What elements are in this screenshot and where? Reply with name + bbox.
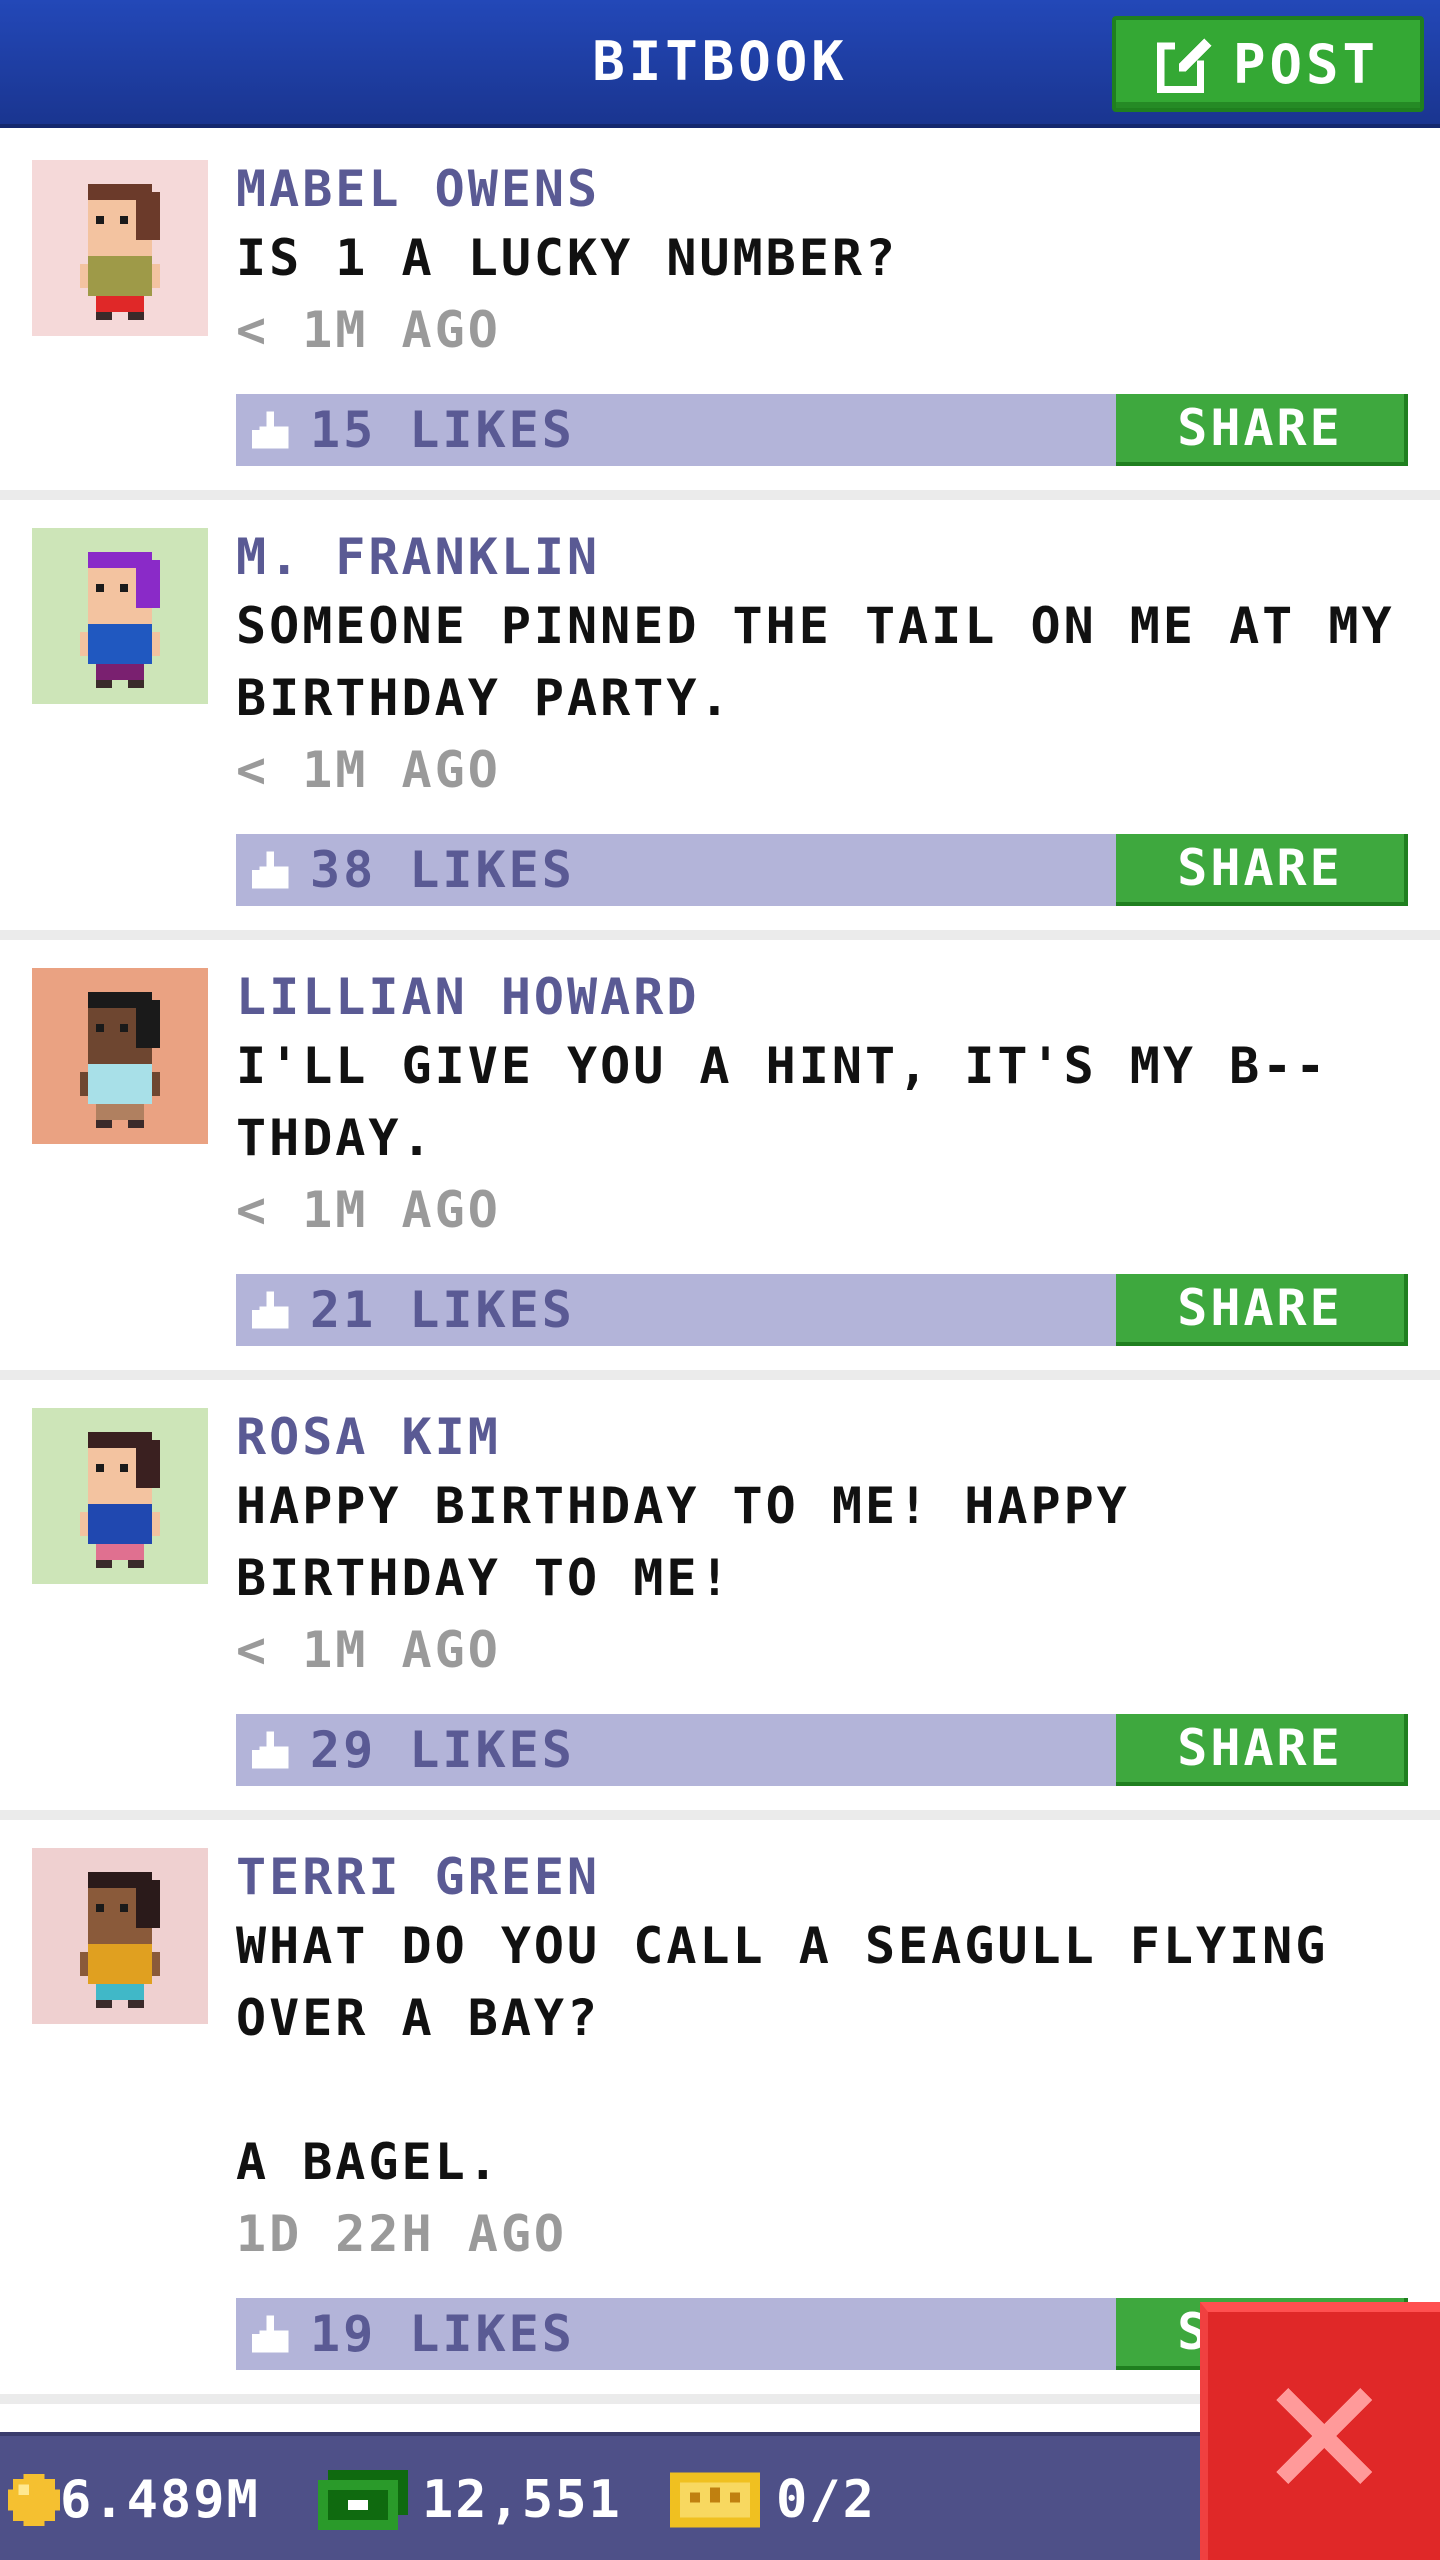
- post-message: HAPPY BIRTHDAY TO ME! HAPPY BIRTHDAY TO …: [236, 1477, 1163, 1607]
- close-button[interactable]: [1200, 2302, 1440, 2560]
- share-button[interactable]: SHARE: [1116, 834, 1408, 906]
- post-message: I'LL GIVE YOU A HINT, IT'S MY B--THDAY.: [236, 1037, 1329, 1167]
- like-bar[interactable]: 29 LIKES SHARE: [236, 1714, 1408, 1786]
- like-count: 19 LIKES: [310, 2305, 575, 2363]
- post-message: SOMEONE PINNED THE TAIL ON ME AT MY BIRT…: [236, 597, 1428, 727]
- like-count: 21 LIKES: [310, 1281, 575, 1339]
- avatar-image: [32, 160, 208, 336]
- thumbs-up-icon: [252, 1291, 289, 1329]
- like-bar[interactable]: 15 LIKES SHARE: [236, 394, 1408, 466]
- like-count: 38 LIKES: [310, 841, 575, 899]
- post-author[interactable]: MABEL OWENS: [236, 156, 1408, 222]
- feed-post: M. FRANKLIN SOMEONE PINNED THE TAIL ON M…: [0, 500, 1440, 940]
- avatar-image: [32, 528, 208, 704]
- post-button[interactable]: POST: [1112, 16, 1424, 112]
- like-bar[interactable]: 21 LIKES SHARE: [236, 1274, 1408, 1346]
- like-count: 29 LIKES: [310, 1721, 575, 1779]
- thumbs-up-icon: [252, 1731, 289, 1769]
- post-author[interactable]: M. FRANKLIN: [236, 524, 1408, 590]
- post-time: < 1M AGO: [236, 1621, 501, 1679]
- cash-stat: 12,551: [318, 2464, 622, 2536]
- close-icon: [1276, 2388, 1372, 2484]
- avatar-image: [32, 1408, 208, 1584]
- avatar[interactable]: [32, 160, 208, 336]
- post-message: WHAT DO YOU CALL A SEAGULL FLYING OVER A…: [236, 1917, 1329, 2191]
- post-button-label: POST: [1232, 32, 1380, 96]
- feed-post: ROSA KIM HAPPY BIRTHDAY TO ME! HAPPY BIR…: [0, 1380, 1440, 1820]
- thumbs-up-icon: [252, 851, 289, 889]
- post-message: IS 1 A LUCKY NUMBER?: [236, 229, 899, 287]
- cash-count: 12,551: [422, 2470, 622, 2530]
- avatar-image: [32, 968, 208, 1144]
- post-time: < 1M AGO: [236, 741, 501, 799]
- post-author[interactable]: LILLIAN HOWARD: [236, 964, 1408, 1030]
- avatar[interactable]: [32, 528, 208, 704]
- edit-icon: [1156, 38, 1212, 93]
- app-header: BITBOOK POST: [0, 0, 1440, 128]
- avatar[interactable]: [32, 1408, 208, 1584]
- feed-post: LILLIAN HOWARD I'LL GIVE YOU A HINT, IT'…: [0, 940, 1440, 1380]
- feed-list: MABEL OWENS IS 1 A LUCKY NUMBER? < 1M AG…: [0, 132, 1440, 2404]
- coin-stat: 6.489M: [8, 2464, 260, 2536]
- share-button[interactable]: SHARE: [1116, 1274, 1408, 1346]
- post-time: < 1M AGO: [236, 301, 501, 359]
- ticket-icon: [670, 2472, 760, 2528]
- avatar[interactable]: [32, 1848, 208, 2024]
- coin-icon: [8, 2474, 60, 2526]
- cash-icon: [318, 2470, 408, 2530]
- coin-count: 6.489M: [60, 2470, 260, 2530]
- ticket-count: 0/2: [776, 2470, 876, 2530]
- avatar-image: [32, 1848, 208, 2024]
- share-button[interactable]: SHARE: [1116, 394, 1408, 466]
- share-button[interactable]: SHARE: [1116, 1714, 1408, 1786]
- post-author[interactable]: TERRI GREEN: [236, 1844, 1408, 1910]
- post-author[interactable]: ROSA KIM: [236, 1404, 1408, 1470]
- thumbs-up-icon: [252, 411, 289, 449]
- ticket-stat: 0/2: [670, 2464, 876, 2536]
- like-bar[interactable]: 38 LIKES SHARE: [236, 834, 1408, 906]
- avatar[interactable]: [32, 968, 208, 1144]
- post-time: < 1M AGO: [236, 1181, 501, 1239]
- post-time: 1D 22H AGO: [236, 2205, 568, 2263]
- thumbs-up-icon: [252, 2315, 289, 2353]
- like-count: 15 LIKES: [310, 401, 575, 459]
- feed-post: MABEL OWENS IS 1 A LUCKY NUMBER? < 1M AG…: [0, 132, 1440, 500]
